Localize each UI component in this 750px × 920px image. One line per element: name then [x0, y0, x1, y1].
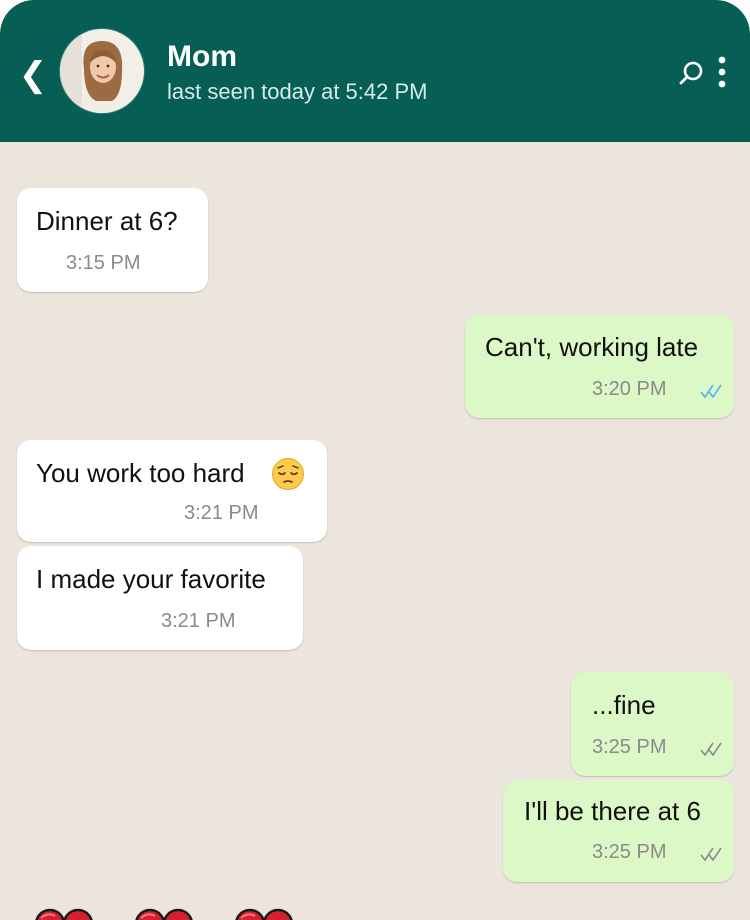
message-text: Dinner at 6?: [36, 206, 178, 236]
message-time: 3:15 PM: [66, 252, 141, 274]
red-heart-emoji: [35, 908, 93, 920]
contact-name[interactable]: Mom: [167, 40, 237, 74]
incoming-message[interactable]: You work too hard 3:21 PM: [17, 440, 327, 542]
chat-screen: ❮ Mom last seen today at 5:42 PM Dinner …: [0, 0, 750, 920]
red-heart-emoji: [235, 908, 293, 920]
message-time: 3:21 PM: [161, 610, 236, 632]
more-options-icon[interactable]: [712, 54, 732, 90]
contact-avatar[interactable]: [60, 29, 144, 113]
message-text: I'll be there at 6: [524, 796, 701, 826]
search-icon[interactable]: [676, 58, 706, 88]
incoming-message[interactable]: I made your favorite 3:21 PM: [17, 546, 303, 650]
heart-emoji-row: [35, 908, 293, 920]
message-text: Can't, working late: [485, 332, 699, 362]
pensive-face-emoji: [272, 458, 304, 490]
message-time: 3:20 PM: [592, 378, 667, 400]
message-time: 3:21 PM: [184, 502, 259, 524]
outgoing-message[interactable]: Can't, working late 3:20 PM: [465, 314, 734, 418]
read-receipt-icon: [700, 384, 722, 398]
message-text: You work too hard: [36, 458, 245, 488]
message-text: I made your favorite: [36, 564, 266, 594]
outgoing-message[interactable]: I'll be there at 6 3:25 PM: [503, 780, 734, 882]
red-heart-emoji: [135, 908, 193, 920]
outgoing-message[interactable]: ...fine 3:25 PM: [571, 672, 734, 776]
last-seen-status: last seen today at 5:42 PM: [167, 79, 428, 104]
message-text: ...fine: [592, 690, 656, 720]
back-chevron-icon[interactable]: ❮: [18, 52, 48, 98]
chat-header: ❮ Mom last seen today at 5:42 PM: [0, 0, 750, 142]
message-time: 3:25 PM: [592, 841, 667, 863]
delivered-receipt-icon: [700, 742, 722, 756]
message-time: 3:25 PM: [592, 736, 667, 758]
incoming-message[interactable]: Dinner at 6? 3:15 PM: [17, 188, 208, 292]
delivered-receipt-icon: [700, 847, 722, 861]
